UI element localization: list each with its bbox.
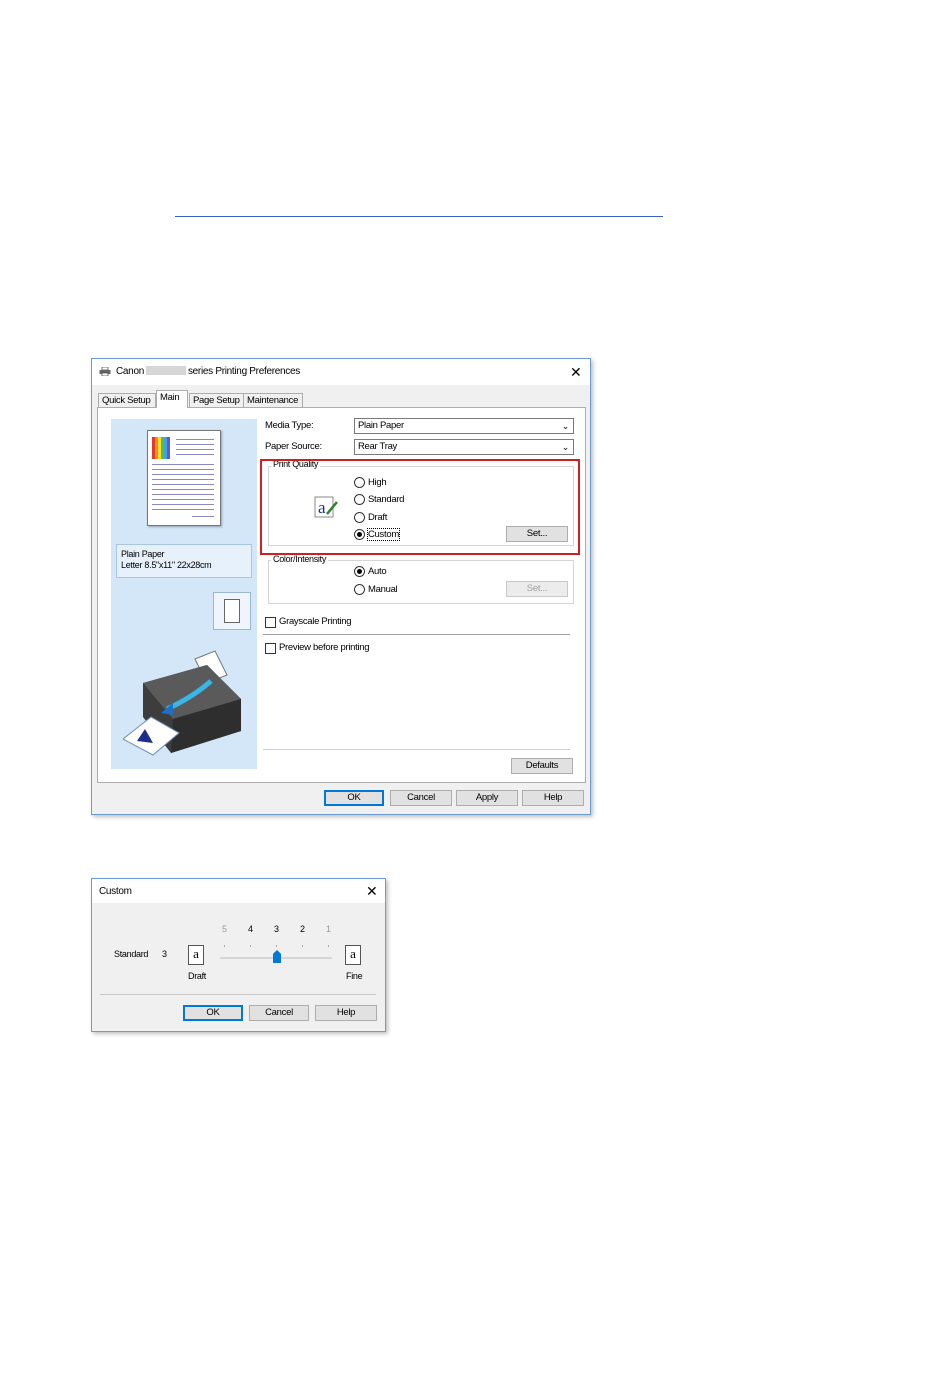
custom-cancel-button[interactable]: Cancel <box>249 1005 309 1021</box>
media-type-dropdown[interactable]: Plain Paper ⌄ <box>354 418 574 434</box>
color-manual-label: Manual <box>368 584 398 595</box>
color-set-button[interactable]: Set... <box>506 581 568 597</box>
slider-tick <box>328 945 329 947</box>
settings-preview: Plain Paper Letter 8.5"x11" 22x28cm <box>111 419 257 769</box>
scale-label-1: 1 <box>326 924 331 934</box>
print-quality-highlight <box>260 459 580 555</box>
text-line <box>176 444 214 445</box>
custom-help-button[interactable]: Help <box>315 1005 377 1021</box>
chevron-down-icon: ⌄ <box>561 442 570 452</box>
tab-main[interactable]: Main <box>156 390 188 408</box>
ok-button[interactable]: OK <box>324 790 384 806</box>
scale-label-4: 4 <box>248 924 253 934</box>
text-line <box>152 509 214 510</box>
text-line <box>152 499 214 500</box>
slider-tick <box>276 945 277 947</box>
paper-source-label: Paper Source: <box>265 441 322 452</box>
title-bar: Custom ✕ <box>92 879 385 903</box>
portrait-page-icon <box>224 599 240 623</box>
text-line <box>152 474 214 475</box>
slider-tick <box>224 945 225 947</box>
text-line <box>176 439 214 440</box>
scale-label-2: 2 <box>300 924 305 934</box>
close-icon[interactable]: ✕ <box>366 884 378 898</box>
text-line <box>152 484 214 485</box>
scale-label-5: 5 <box>222 924 227 934</box>
media-info-box: Plain Paper Letter 8.5"x11" 22x28cm <box>116 544 252 578</box>
media-type-value: Plain Paper <box>358 420 404 431</box>
quality-slider-thumb[interactable] <box>273 950 281 963</box>
printer-icon <box>99 367 111 376</box>
text-line <box>192 516 214 517</box>
text-line <box>152 469 214 470</box>
hyperlink-underline[interactable] <box>175 216 663 217</box>
color-auto-radio[interactable] <box>354 566 365 577</box>
model-name-blurred <box>145 366 186 375</box>
paper-source-value: Rear Tray <box>358 441 398 452</box>
divider <box>263 634 570 635</box>
divider <box>263 749 570 750</box>
help-button[interactable]: Help <box>522 790 584 806</box>
defaults-button[interactable]: Defaults <box>511 758 573 774</box>
preview-before-checkbox[interactable] <box>265 643 276 654</box>
close-icon[interactable]: ✕ <box>570 365 582 379</box>
color-auto-label: Auto <box>368 566 387 577</box>
window-title: Canon series Printing Preferences <box>116 366 300 377</box>
divider <box>100 994 376 995</box>
title-suffix: series Printing Preferences <box>187 366 300 377</box>
grayscale-checkbox[interactable] <box>265 617 276 628</box>
text-line <box>152 504 214 505</box>
color-bars-graphic <box>152 437 170 459</box>
scale-label-3: 3 <box>274 924 279 934</box>
title-prefix: Canon <box>116 366 144 377</box>
preview-paper-size: Letter 8.5"x11" 22x28cm <box>121 560 212 570</box>
fine-label: Fine <box>346 971 363 981</box>
standard-label: Standard <box>114 949 149 959</box>
draft-quality-icon: a <box>188 945 204 965</box>
text-line <box>152 479 214 480</box>
text-line <box>152 494 214 495</box>
window-title: Custom <box>99 886 132 897</box>
printing-preferences-dialog: Canon series Printing Preferences ✕ Quick… <box>91 358 591 815</box>
color-manual-radio[interactable] <box>354 584 365 595</box>
paper-source-dropdown[interactable]: Rear Tray ⌄ <box>354 439 574 455</box>
apply-button[interactable]: Apply <box>456 790 518 806</box>
slider-tick <box>250 945 251 947</box>
chevron-down-icon: ⌄ <box>561 421 570 431</box>
grayscale-label: Grayscale Printing <box>279 616 352 627</box>
draft-label: Draft <box>188 971 207 981</box>
preview-media-type: Plain Paper <box>121 549 165 559</box>
tab-maintenance[interactable]: Maintenance <box>243 393 303 408</box>
paper-preview <box>147 430 221 526</box>
color-intensity-title: Color/Intensity <box>271 554 329 564</box>
orientation-preview <box>213 592 251 630</box>
text-line <box>152 464 214 465</box>
text-line <box>152 489 214 490</box>
preview-before-label: Preview before printing <box>279 642 370 653</box>
standard-value: 3 <box>162 949 167 959</box>
media-type-label: Media Type: <box>265 420 314 431</box>
printer-illustration <box>123 650 241 756</box>
custom-quality-dialog: Custom ✕ Standard 3 5 4 3 2 1 a a Draft … <box>91 878 386 1032</box>
cancel-button[interactable]: Cancel <box>390 790 452 806</box>
slider-tick <box>302 945 303 947</box>
fine-quality-icon: a <box>345 945 361 965</box>
tab-page-setup[interactable]: Page Setup <box>189 393 244 408</box>
title-bar: Canon series Printing Preferences ✕ <box>92 359 590 385</box>
text-line <box>176 454 214 455</box>
custom-ok-button[interactable]: OK <box>183 1005 243 1021</box>
tab-quick-setup[interactable]: Quick Setup <box>98 393 156 408</box>
text-line <box>176 449 214 450</box>
